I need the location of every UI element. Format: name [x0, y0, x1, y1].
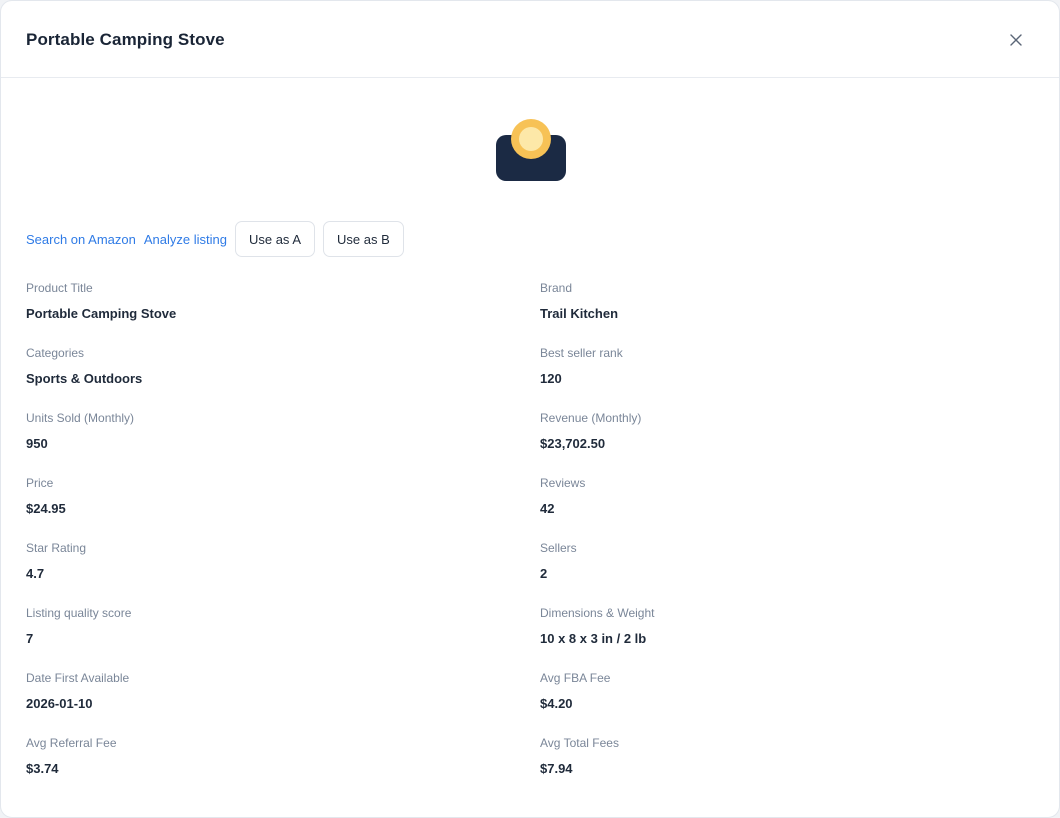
- field-label: Avg FBA Fee: [540, 671, 611, 685]
- product-details-modal: Portable Camping Stove Search on Amazon …: [0, 0, 1060, 818]
- camping-stove-icon: [496, 119, 566, 181]
- field-label: Product Title: [26, 281, 93, 295]
- field-avg-total-fees: Avg Total Fees $7.94: [540, 735, 1036, 800]
- field-label: Listing quality score: [26, 606, 132, 620]
- field-label: Dimensions & Weight: [540, 606, 655, 620]
- field-value: 10 x 8 x 3 in / 2 lb: [540, 631, 647, 646]
- field-value: $23,702.50: [540, 436, 606, 451]
- field-label: Revenue (Monthly): [540, 411, 642, 425]
- field-dimensions-weight: Dimensions & Weight 10 x 8 x 3 in / 2 lb: [540, 605, 1036, 670]
- close-button[interactable]: [1003, 27, 1029, 53]
- field-value: 2: [540, 566, 548, 581]
- field-value: 120: [540, 371, 562, 386]
- field-value: 4.7: [26, 566, 45, 581]
- field-best-seller-rank: Best seller rank 120: [540, 345, 1036, 410]
- field-label: Price: [26, 476, 54, 490]
- field-value: $24.95: [26, 501, 66, 516]
- modal-header: Portable Camping Stove: [1, 1, 1059, 78]
- field-value: $4.20: [540, 696, 573, 711]
- use-as-b-button[interactable]: Use as B: [323, 221, 404, 257]
- field-value: Portable Camping Stove: [26, 306, 177, 321]
- field-price: Price $24.95: [26, 475, 540, 540]
- field-value: 7: [26, 631, 34, 646]
- field-units-sold: Units Sold (Monthly) 950: [26, 410, 540, 475]
- field-value: Sports & Outdoors: [26, 371, 143, 386]
- field-product-title: Product Title Portable Camping Stove: [26, 280, 540, 345]
- field-star-rating: Star Rating 4.7: [26, 540, 540, 605]
- modal-title: Portable Camping Stove: [26, 30, 225, 49]
- field-avg-fba-fee: Avg FBA Fee $4.20: [540, 670, 1036, 735]
- field-value: 2026-01-10: [26, 696, 93, 711]
- field-label: Date First Available: [26, 671, 130, 685]
- field-label: Avg Total Fees: [540, 736, 619, 750]
- field-value: 42: [540, 501, 555, 516]
- field-reviews: Reviews 42: [540, 475, 1036, 540]
- field-value: $7.94: [540, 761, 573, 776]
- field-label: Brand: [540, 281, 573, 295]
- field-listing-quality-score: Listing quality score 7: [26, 605, 540, 670]
- action-bar: Search on Amazon Analyze listing Use as …: [26, 221, 412, 257]
- field-brand: Brand Trail Kitchen: [540, 280, 1036, 345]
- field-avg-referral-fee: Avg Referral Fee $3.74: [26, 735, 540, 800]
- field-value: Trail Kitchen: [540, 306, 619, 321]
- field-revenue: Revenue (Monthly) $23,702.50: [540, 410, 1036, 475]
- search-on-amazon-link[interactable]: Search on Amazon: [26, 232, 136, 247]
- field-label: Best seller rank: [540, 346, 623, 360]
- field-label: Reviews: [540, 476, 586, 490]
- field-value: $3.74: [26, 761, 59, 776]
- analyze-listing-link[interactable]: Analyze listing: [144, 232, 227, 247]
- field-label: Sellers: [540, 541, 577, 555]
- product-details-grid: Product Title Portable Camping Stove Bra…: [26, 280, 1036, 800]
- field-sellers: Sellers 2: [540, 540, 1036, 605]
- field-date-first-available: Date First Available 2026-01-10: [26, 670, 540, 735]
- field-label: Categories: [26, 346, 85, 360]
- field-value: 950: [26, 436, 48, 451]
- field-label: Avg Referral Fee: [26, 736, 117, 750]
- close-icon: [1010, 34, 1022, 46]
- field-categories: Categories Sports & Outdoors: [26, 345, 540, 410]
- field-label: Units Sold (Monthly): [26, 411, 135, 425]
- field-label: Star Rating: [26, 541, 87, 555]
- use-as-a-button[interactable]: Use as A: [234, 221, 315, 257]
